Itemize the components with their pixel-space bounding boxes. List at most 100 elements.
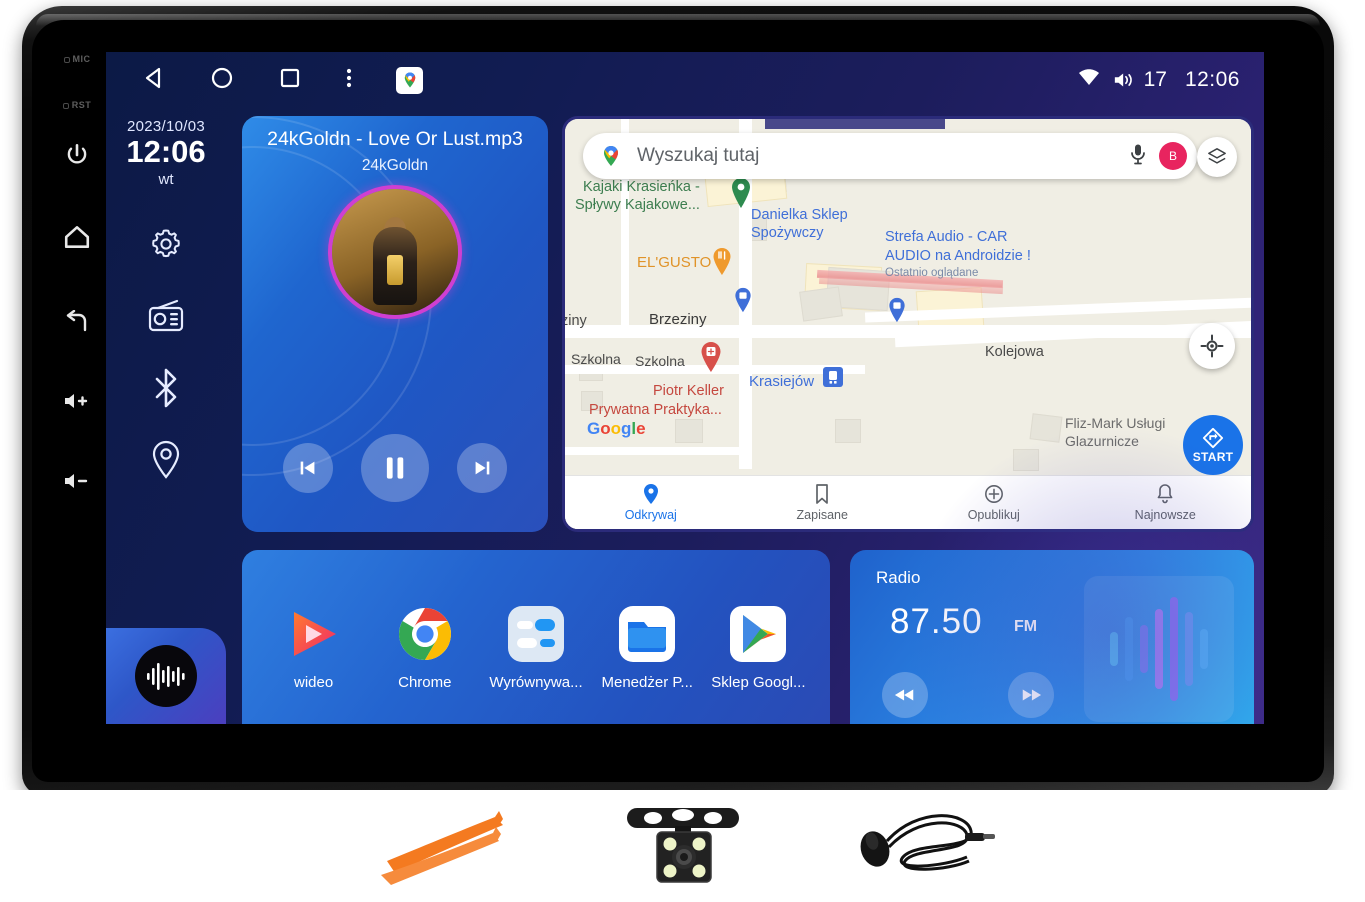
plus-circle-icon bbox=[984, 485, 1003, 503]
google-maps-widget[interactable]: Kajaki Krasieńka - Spływy Kajakowe... Dani… bbox=[562, 116, 1254, 532]
map-pin-train-station[interactable] bbox=[823, 367, 843, 392]
radio-visualizer bbox=[1084, 576, 1234, 722]
map-place-label: Strefa Audio - CAR bbox=[885, 229, 1008, 245]
music-player-widget[interactable]: 24kGoldn - Love Or Lust.mp3 24kGoldn bbox=[242, 116, 548, 532]
map-tab-explore[interactable]: Odkrywaj bbox=[565, 476, 737, 529]
map-place-label: EL'GUSTO bbox=[637, 254, 712, 271]
map-tab-contribute[interactable]: Opublikuj bbox=[908, 476, 1080, 529]
visualizer-bar bbox=[1200, 629, 1208, 669]
map-place-label: Spożywczy bbox=[751, 225, 824, 241]
status-clock: 12:06 bbox=[1184, 68, 1240, 91]
map-place-label: Szkolna bbox=[635, 353, 685, 369]
app-wideo[interactable]: wideo bbox=[258, 605, 369, 691]
volume-down-button[interactable] bbox=[48, 470, 106, 492]
volume-level: 17 bbox=[1143, 68, 1167, 91]
radio-widget[interactable]: Radio 87.50 FM bbox=[850, 550, 1254, 724]
sidebar-item-radio[interactable] bbox=[144, 294, 188, 338]
app-chrome[interactable]: Chrome bbox=[369, 605, 480, 691]
map-pin-shop-blue[interactable] bbox=[733, 287, 753, 319]
home-circle-icon bbox=[211, 67, 233, 88]
map-place-label: Glazurnicze bbox=[1065, 433, 1139, 449]
map-tab-updates[interactable]: Najnowsze bbox=[1080, 476, 1252, 529]
next-track-button[interactable] bbox=[457, 443, 507, 493]
status-indicators: 17 12:06 bbox=[1077, 67, 1264, 93]
volume-up-button[interactable] bbox=[48, 390, 106, 412]
app-equalizer[interactable]: Wyrównywa... bbox=[480, 605, 591, 691]
sidebar-date: 2023/10/03 bbox=[126, 118, 206, 135]
map-canvas[interactable]: Kajaki Krasieńka - Spływy Kajakowe... Dani… bbox=[565, 119, 1251, 529]
nav-home-button[interactable] bbox=[210, 66, 234, 95]
rst-label: RST bbox=[48, 100, 106, 110]
map-tab-explore-label: Odkrywaj bbox=[624, 508, 677, 522]
sidebar-item-bluetooth[interactable] bbox=[144, 366, 188, 410]
sidebar-time: 12:06 bbox=[126, 134, 206, 169]
radio-prev-button[interactable] bbox=[882, 672, 928, 718]
accessory-microphone bbox=[847, 801, 997, 891]
home-button[interactable] bbox=[48, 224, 106, 250]
nav-overflow-button[interactable] bbox=[346, 66, 352, 95]
nav-maps-shortcut[interactable] bbox=[396, 66, 423, 94]
head-unit-device: MIC RST 17 12:06 2023/10/03 12:06 wt 24k… bbox=[22, 6, 1334, 796]
sidebar-item-navigation[interactable] bbox=[144, 438, 188, 482]
app-play-store[interactable]: Sklep Googl... bbox=[703, 605, 814, 691]
app-chrome-label: Chrome bbox=[398, 674, 452, 691]
visualizer-bar bbox=[1140, 625, 1148, 673]
map-place-label: Piotr Keller bbox=[653, 383, 724, 399]
map-place-label: Ostatnio oglądane bbox=[885, 267, 979, 279]
nav-back-button[interactable] bbox=[142, 66, 166, 95]
google-attribution: Google bbox=[587, 419, 646, 438]
app-play-store-label: Sklep Googl... bbox=[711, 674, 806, 691]
nav-recents-button[interactable] bbox=[278, 66, 302, 95]
visualizer-bar bbox=[1110, 632, 1118, 666]
map-place-label: Spływy Kajakowe... bbox=[575, 197, 700, 213]
visualizer-bar bbox=[1185, 612, 1193, 686]
navigation-arrow-icon bbox=[1202, 427, 1224, 448]
mic-label-text: MIC bbox=[72, 54, 91, 64]
map-tab-saved[interactable]: Zapisane bbox=[737, 476, 909, 529]
back-triangle-icon bbox=[145, 67, 161, 88]
map-pin-clinic-red[interactable] bbox=[699, 341, 723, 379]
play-pause-button[interactable] bbox=[361, 434, 429, 502]
map-voice-search-button[interactable] bbox=[1129, 143, 1147, 170]
app-wideo-label: wideo bbox=[294, 674, 334, 691]
volume-indicator: 17 bbox=[1113, 68, 1167, 92]
map-pin-restaurant[interactable] bbox=[711, 247, 733, 282]
music-waveform-button[interactable] bbox=[135, 645, 197, 707]
map-search-bar[interactable]: Wyszukaj tutaj B bbox=[583, 133, 1197, 179]
sidebar-item-settings[interactable] bbox=[144, 222, 188, 266]
gear-icon bbox=[152, 229, 180, 257]
map-start-label: START bbox=[1192, 449, 1234, 464]
map-account-avatar[interactable]: B bbox=[1159, 142, 1187, 170]
map-pin-green[interactable] bbox=[729, 177, 753, 214]
previous-track-button[interactable] bbox=[283, 443, 333, 493]
left-sidebar: 2023/10/03 12:06 wt bbox=[106, 108, 226, 724]
back-button[interactable] bbox=[48, 310, 106, 336]
speaker-icon bbox=[1114, 73, 1132, 87]
bell-icon bbox=[1157, 484, 1173, 504]
app-shortcuts-row: wideo Chrome Wyrównywa... Menedżer P... Skle… bbox=[242, 550, 830, 724]
map-place-label: Kajaki Krasieńka - bbox=[583, 179, 700, 195]
map-search-input[interactable]: Wyszukaj tutaj bbox=[637, 145, 1129, 167]
app-equalizer-label: Wyrównywa... bbox=[489, 674, 583, 691]
volume-up-icon bbox=[65, 394, 88, 408]
music-track-title: 24kGoldn - Love Or Lust.mp3 bbox=[267, 128, 523, 150]
radio-next-button[interactable] bbox=[1008, 672, 1054, 718]
waveform-icon bbox=[147, 663, 185, 690]
accessories-strip bbox=[0, 790, 1365, 902]
three-dot-menu-icon bbox=[346, 68, 352, 87]
music-waveform-widget[interactable] bbox=[106, 628, 226, 724]
folder-icon bbox=[618, 605, 676, 663]
map-locate-button[interactable] bbox=[1189, 323, 1235, 369]
recents-square-icon bbox=[280, 68, 300, 87]
app-file-manager[interactable]: Menedżer P... bbox=[592, 605, 703, 691]
map-pin-shop-blue[interactable] bbox=[887, 297, 907, 329]
map-layers-button[interactable] bbox=[1197, 137, 1237, 177]
map-tab-updates-label: Najnowsze bbox=[1134, 508, 1196, 522]
map-place-label: Krasiejów bbox=[749, 373, 815, 390]
wifi-icon bbox=[1077, 67, 1101, 93]
skip-previous-icon bbox=[300, 461, 315, 475]
chrome-icon bbox=[396, 605, 454, 663]
app-shortcuts-panel: wideo Chrome Wyrównywa... Menedżer P... Skle… bbox=[242, 550, 830, 724]
map-start-navigation-button[interactable]: START bbox=[1183, 415, 1243, 475]
power-button[interactable] bbox=[48, 142, 106, 168]
